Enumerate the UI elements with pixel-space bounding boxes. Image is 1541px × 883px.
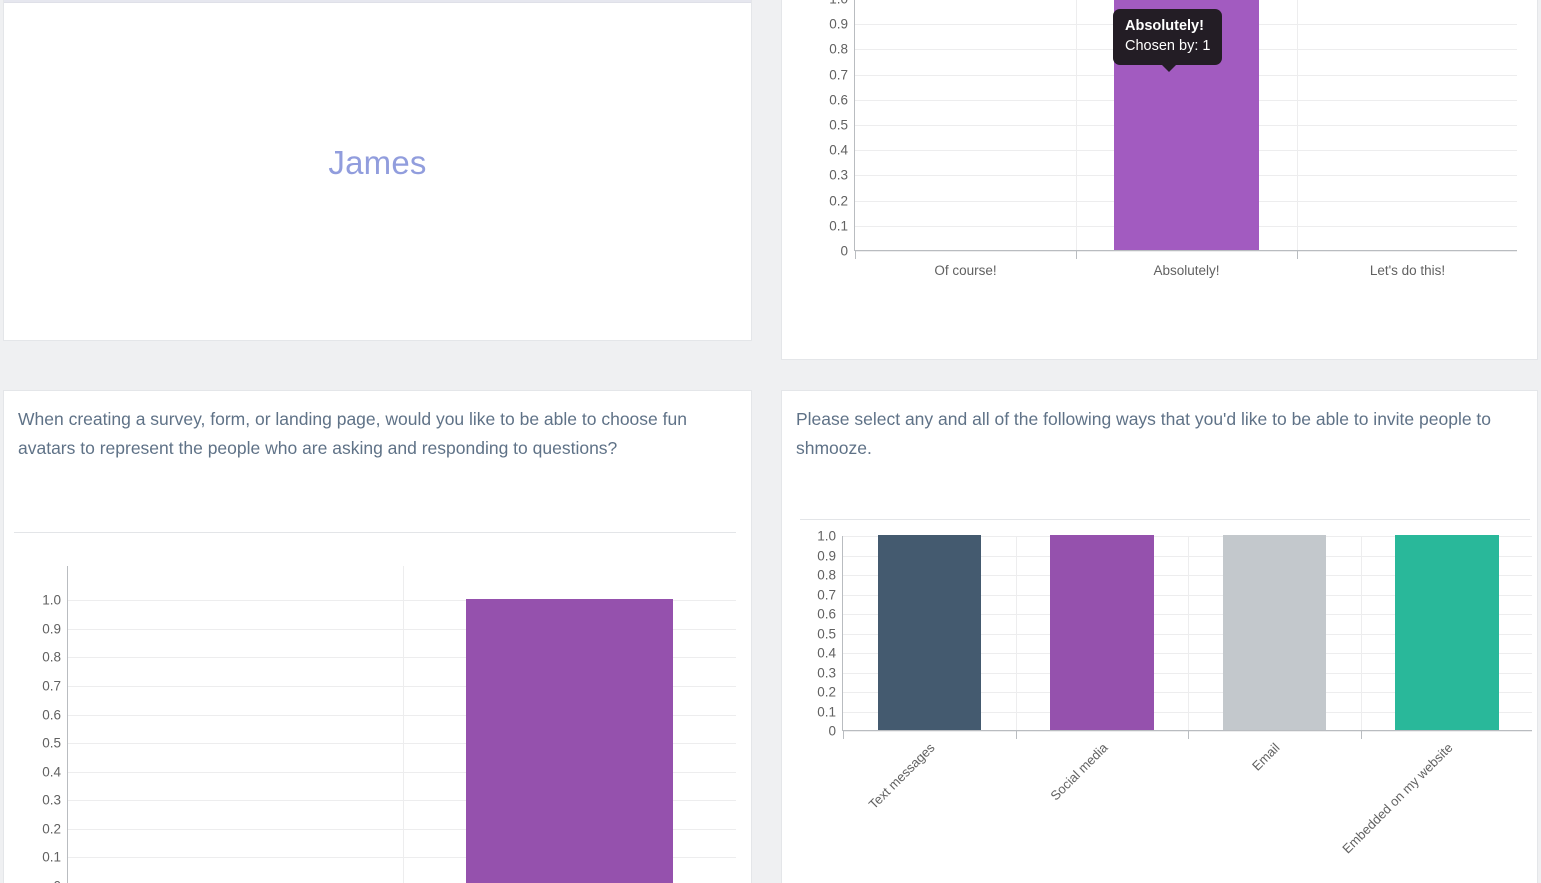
- x-axis-tick-label: Social media: [1047, 740, 1111, 804]
- respondent-card: James: [3, 0, 752, 341]
- question2-card: Please select any and all of the followi…: [781, 390, 1538, 883]
- y-axis-tick-label: 0.7: [829, 67, 848, 83]
- x-axis-tickmark: [1360, 730, 1362, 739]
- x-axis-tickmark: [1076, 250, 1077, 259]
- chart-tooltip: Absolutely! Chosen by: 1: [1113, 9, 1223, 72]
- chart-bottom-left-plot-area: 0 0.1 0.2 0.3 0.4 0.5 0.6 0.7 0.8 0.9 1.0: [42, 566, 736, 883]
- category-separator: [402, 566, 404, 883]
- x-axis-tick-label: Email: [1249, 740, 1283, 774]
- x-axis-tickmark: [1015, 730, 1017, 739]
- dashboard-root: James 0 0.1 0.2 0.3 0.4 0.5 0.6 0.7 0.8 0.9 1.0 Of …: [0, 0, 1541, 883]
- y-axis-tick-label: 0.3: [817, 665, 836, 680]
- category-separator: [1188, 536, 1189, 730]
- bar-1[interactable]: [877, 535, 981, 730]
- y-axis-tick-label: 0: [840, 243, 848, 259]
- y-axis-tick-label: 0.6: [829, 92, 848, 108]
- y-axis-tick-label: 0.1: [42, 849, 61, 865]
- question1-card: When creating a survey, form, or landing…: [3, 390, 752, 883]
- card-top-accent-bar: [4, 0, 751, 3]
- y-axis-tick-label: 0.1: [817, 704, 836, 719]
- y-axis-tick-label: 0.6: [817, 606, 836, 622]
- y-axis-tick-label: 0: [53, 879, 61, 883]
- gridline: [855, 251, 1517, 252]
- bar-3[interactable]: [1222, 535, 1326, 730]
- y-axis-tick-label: 0.4: [42, 764, 61, 780]
- tooltip-detail: Chosen by: 1: [1125, 38, 1211, 54]
- question2-divider: [800, 519, 1530, 520]
- respondent-name: James: [328, 144, 427, 181]
- question2-text: Please select any and all of the followi…: [796, 409, 1492, 458]
- y-axis-tick-label: 0.2: [829, 193, 848, 209]
- category-separator: [1076, 0, 1077, 250]
- tooltip-title: Absolutely!: [1125, 18, 1204, 34]
- y-axis-tick-label: 0.9: [829, 16, 848, 32]
- bar-4[interactable]: [1395, 535, 1499, 730]
- x-axis-tickmark: [1188, 730, 1189, 739]
- category-separator: [1360, 536, 1362, 730]
- x-axis-tickmark: [855, 250, 856, 259]
- y-axis-tick-label: 0.6: [42, 707, 61, 723]
- x-axis-tick-label: Text messages: [865, 740, 938, 812]
- chart-bottom-left: 0 0.1 0.2 0.3 0.4 0.5 0.6 0.7 0.8 0.9 1.0: [4, 541, 753, 883]
- x-axis-tick-label: Absolutely!: [1153, 263, 1220, 278]
- tooltip-arrow: [1160, 64, 1177, 72]
- x-axis-tick-label: Let's do this!: [1369, 263, 1446, 278]
- chart1-card: 0 0.1 0.2 0.3 0.4 0.5 0.6 0.7 0.8 0.9 1.0 Of course…: [781, 0, 1538, 360]
- category-separator: [1015, 536, 1017, 730]
- y-axis-tick-label: 0.4: [829, 142, 848, 158]
- x-axis-tick-label: Embedded on my website: [1338, 740, 1456, 857]
- x-axis-tick-label: Of course!: [934, 263, 997, 278]
- y-axis-tick-label: 0.5: [817, 626, 836, 641]
- y-axis-tick-label: 0.3: [42, 792, 61, 808]
- y-axis-tick-label: 1.0: [829, 0, 848, 7]
- y-axis-tick-label: 0.9: [42, 621, 61, 637]
- y-axis-tick-label: 0.4: [817, 645, 836, 661]
- y-axis-tick-label: 0.8: [829, 41, 848, 57]
- y-axis-tick-label: 0.2: [42, 821, 61, 837]
- x-axis-tickmark: [1297, 250, 1298, 259]
- bar-2[interactable]: [466, 599, 674, 883]
- question1-text: When creating a survey, form, or landing…: [18, 409, 687, 458]
- chart-bottom-right: 0 0.1 0.2 0.3 0.4 0.5 0.6 0.7 0.8 0.9 1.0 Text mess…: [782, 529, 1539, 883]
- y-axis-tick-label: 0.5: [829, 117, 848, 133]
- bar-2[interactable]: [1050, 535, 1154, 730]
- y-axis-tick-label: 0.2: [817, 684, 836, 700]
- y-axis-tick-label: 0.7: [42, 678, 61, 694]
- y-axis-tick-label: 0.8: [817, 567, 836, 583]
- x-axis-tickmark: [843, 730, 844, 739]
- chart-bottom-right-plot-area: 0 0.1 0.2 0.3 0.4 0.5 0.6 0.7 0.8 0.9 1.0 Text mess…: [817, 529, 1532, 856]
- y-axis-tick-label: 0.5: [42, 735, 61, 751]
- y-axis-tick-label: 1.0: [817, 528, 836, 544]
- y-axis-tick-label: 0.8: [42, 649, 61, 665]
- y-axis-tick-label: 1.0: [42, 592, 61, 608]
- y-axis-tick-label: 0.7: [817, 587, 836, 602]
- y-axis-tick-label: 0: [828, 723, 836, 739]
- y-axis-tick-label: 0.1: [829, 218, 848, 234]
- question1-divider: [14, 532, 736, 533]
- y-axis-tick-label: 0.9: [817, 548, 836, 563]
- y-axis-tick-label: 0.3: [829, 167, 848, 183]
- category-separator: [1297, 0, 1298, 250]
